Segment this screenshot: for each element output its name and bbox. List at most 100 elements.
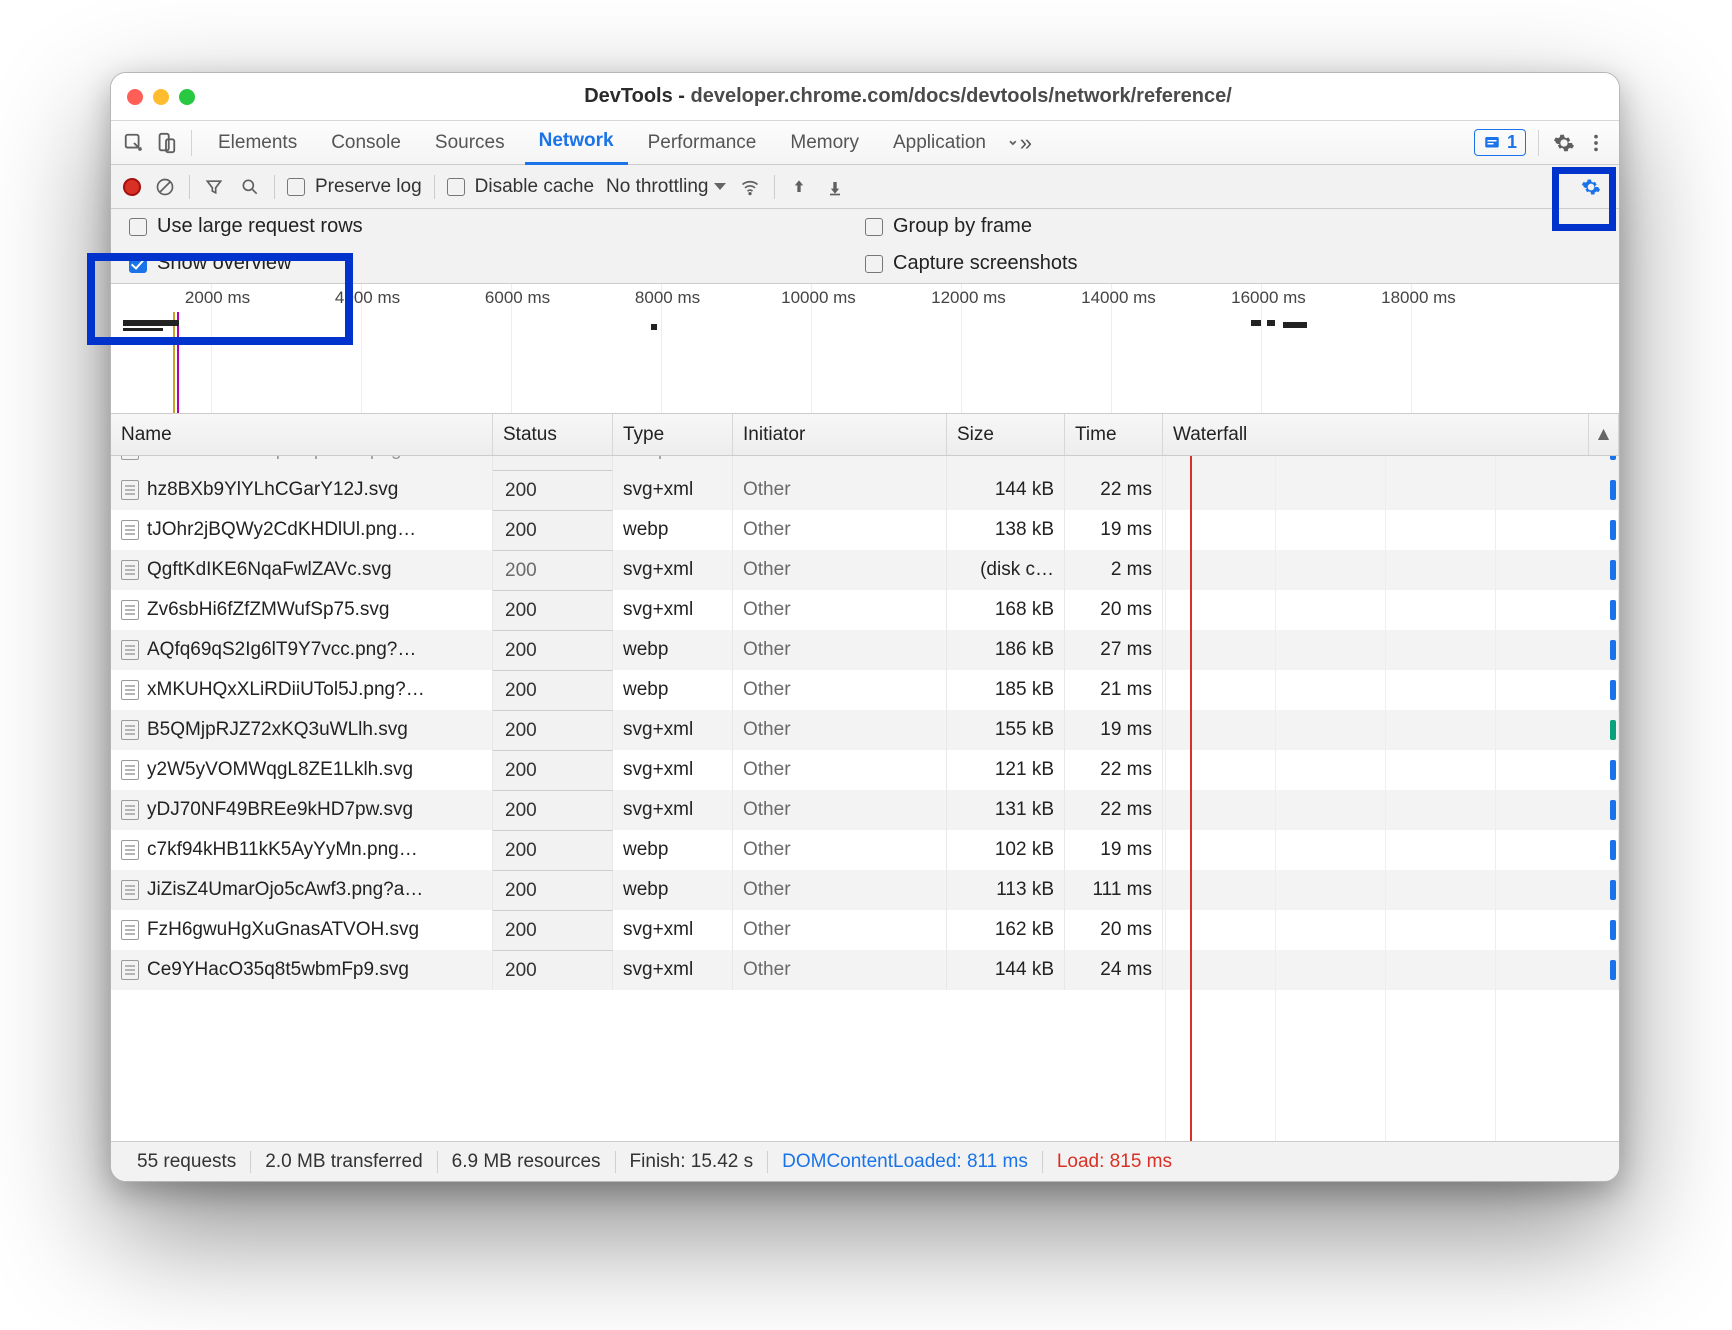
cell-type: webp (613, 456, 733, 470)
cell-type: svg+xml (613, 710, 733, 750)
clear-icon[interactable] (153, 175, 177, 199)
col-waterfall[interactable]: Waterfall (1163, 414, 1589, 455)
table-row[interactable]: tJOhr2jBQWy2CdKHDlUl.png…200webpOther138… (111, 510, 1619, 550)
waterfall-bar (1610, 840, 1616, 860)
cell-name: xMKUHQxXLiRDiiUTol5J.png?… (111, 670, 493, 710)
group-by-frame-checkbox[interactable]: Group by frame (865, 215, 1601, 238)
upload-har-icon[interactable] (787, 175, 811, 199)
settings-gear-icon[interactable] (1551, 130, 1577, 156)
cell-name: FzH6gwuHgXuGnasATVOH.svg (111, 910, 493, 950)
cell-waterfall (1163, 710, 1619, 750)
cell-waterfall (1163, 950, 1619, 990)
cell-status: 200 (493, 790, 613, 830)
table-row[interactable]: FzH6gwuHgXuGnasATVOH.svg200svg+xmlOther1… (111, 910, 1619, 950)
record-button[interactable] (123, 178, 141, 196)
cell-initiator: Other (733, 456, 947, 470)
cell-status: 200 (493, 590, 613, 630)
col-time[interactable]: Time (1065, 414, 1163, 455)
cell-time: 20 ms (1065, 910, 1163, 950)
col-status[interactable]: Status (493, 414, 613, 455)
download-har-icon[interactable] (823, 175, 847, 199)
request-table[interactable]: HasThd7GxWIipe3q IASh.png…200webpOther12… (111, 456, 1619, 1141)
table-row[interactable]: hz8BXb9YlYLhCGarY12J.svg200svg+xmlOther1… (111, 470, 1619, 510)
cell-status: 200 (493, 630, 613, 670)
overview-tick: 2000 ms (185, 288, 250, 308)
throttling-dropdown[interactable]: No throttling (606, 176, 726, 198)
cell-status: 200 (493, 670, 613, 710)
tab-memory[interactable]: Memory (776, 121, 873, 165)
file-icon (121, 840, 139, 860)
table-row[interactable]: Ce9YHacO35q8t5wbmFp9.svg200svg+xmlOther1… (111, 950, 1619, 990)
tab-elements[interactable]: Elements (204, 121, 311, 165)
table-row[interactable]: yDJ70NF49BREe9kHD7pw.svg200svg+xmlOther1… (111, 790, 1619, 830)
cell-time: 21 ms (1065, 670, 1163, 710)
cell-initiator: Other (733, 950, 947, 990)
cell-waterfall (1163, 750, 1619, 790)
table-row[interactable]: c7kf94kHB11kK5AyYyMn.png…200webpOther102… (111, 830, 1619, 870)
file-icon (121, 560, 139, 580)
col-size[interactable]: Size (947, 414, 1065, 455)
tab-console[interactable]: Console (317, 121, 415, 165)
network-settings-icon[interactable] (1575, 171, 1607, 203)
preserve-log-checkbox[interactable]: Preserve log (287, 176, 422, 198)
tab-performance[interactable]: Performance (634, 121, 771, 165)
file-icon (121, 920, 139, 940)
search-icon[interactable] (238, 175, 262, 199)
cell-waterfall (1163, 510, 1619, 550)
table-row[interactable]: QgftKdIKE6NqaFwlZAVc.svg200svg+xmlOther(… (111, 550, 1619, 590)
table-row[interactable]: AQfq69qS2Ig6lT9Y7vcc.png?…200webpOther18… (111, 630, 1619, 670)
tab-network[interactable]: Network (525, 121, 628, 165)
table-row[interactable]: Zv6sbHi6fZfZMWufSp75.svg200svg+xmlOther1… (111, 590, 1619, 630)
network-conditions-icon[interactable] (738, 175, 762, 199)
window-title: DevTools - developer.chrome.com/docs/dev… (213, 85, 1603, 108)
cell-size: 144 kB (947, 470, 1065, 510)
cell-size: (disk c… (947, 550, 1065, 590)
close-window-icon[interactable] (127, 89, 143, 105)
cell-waterfall (1163, 790, 1619, 830)
table-row[interactable]: xMKUHQxXLiRDiiUTol5J.png?…200webpOther18… (111, 670, 1619, 710)
large-rows-checkbox[interactable]: Use large request rows (129, 215, 865, 238)
cell-type: svg+xml (613, 590, 733, 630)
file-icon (121, 640, 139, 660)
cell-status: 200 (493, 950, 613, 990)
cell-time: 19 ms (1065, 510, 1163, 550)
waterfall-bar (1610, 600, 1616, 620)
table-row[interactable]: y2W5yVOMWqgL8ZE1Lklh.svg200svg+xmlOther1… (111, 750, 1619, 790)
cell-size: 121 kB (947, 750, 1065, 790)
file-icon (121, 520, 139, 540)
kebab-menu-icon[interactable] (1583, 130, 1609, 156)
cell-name: AQfq69qS2Ig6lT9Y7vcc.png?… (111, 630, 493, 670)
zoom-window-icon[interactable] (179, 89, 195, 105)
file-icon (121, 720, 139, 740)
col-type[interactable]: Type (613, 414, 733, 455)
cell-time: 22 ms (1065, 470, 1163, 510)
cell-waterfall (1163, 630, 1619, 670)
cell-name: Ce9YHacO35q8t5wbmFp9.svg (111, 950, 493, 990)
overview-timeline[interactable]: 2000 ms4000 ms6000 ms8000 ms10000 ms1200… (111, 284, 1619, 414)
table-row[interactable]: JiZisZ4UmarOjo5cAwf3.png?a…200webpOther1… (111, 870, 1619, 910)
cell-initiator: Other (733, 670, 947, 710)
table-row[interactable]: B5QMjpRJZ72xKQ3uWLlh.svg200svg+xmlOther1… (111, 710, 1619, 750)
table-row[interactable]: HasThd7GxWIipe3q IASh.png…200webpOther12… (111, 456, 1619, 470)
minimize-window-icon[interactable] (153, 89, 169, 105)
col-initiator[interactable]: Initiator (733, 414, 947, 455)
cell-time: 19 ms (1065, 830, 1163, 870)
tab-application[interactable]: Application (879, 121, 1000, 165)
more-tabs-icon[interactable]: » (1006, 130, 1032, 156)
tab-sources[interactable]: Sources (421, 121, 519, 165)
inspect-icon[interactable] (121, 130, 147, 156)
cell-type: svg+xml (613, 950, 733, 990)
status-requests: 55 requests (123, 1151, 251, 1173)
waterfall-bar (1610, 480, 1616, 500)
disable-cache-checkbox[interactable]: Disable cache (447, 176, 594, 198)
col-name[interactable]: Name (111, 414, 493, 455)
device-toggle-icon[interactable] (153, 130, 179, 156)
cell-status: 200 (493, 710, 613, 750)
cell-name: HasThd7GxWIipe3q IASh.png… (111, 456, 493, 470)
cell-time: 22 ms (1065, 750, 1163, 790)
capture-screenshots-checkbox[interactable]: Capture screenshots (865, 252, 1601, 275)
show-overview-checkbox[interactable]: Show overview (129, 252, 865, 275)
filter-icon[interactable] (202, 175, 226, 199)
cell-waterfall (1163, 670, 1619, 710)
issues-badge[interactable]: 1 (1474, 129, 1526, 156)
